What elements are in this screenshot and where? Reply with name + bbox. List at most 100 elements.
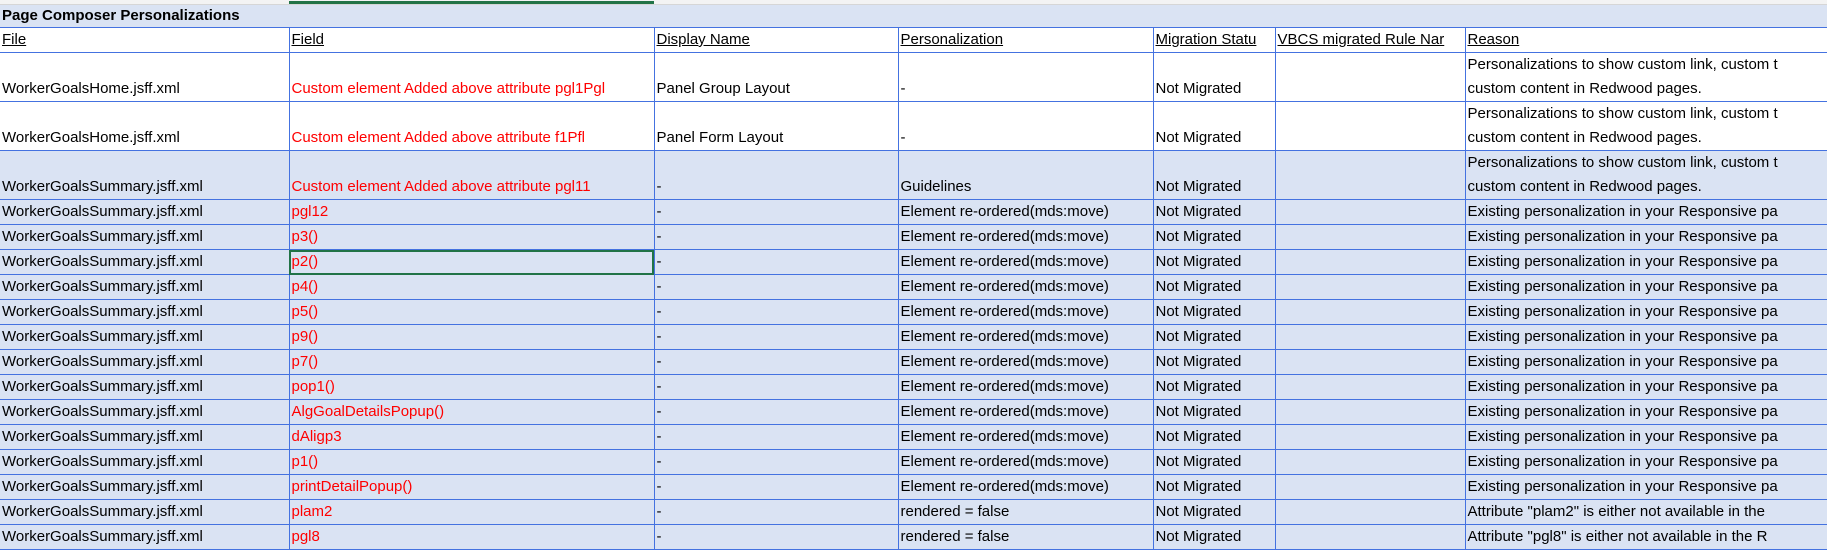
cell-display-name[interactable]: - — [653, 324, 899, 350]
cell-display-name[interactable]: - — [653, 374, 899, 400]
cell-reason[interactable]: Personalizations to show custom link, cu… — [1464, 150, 1827, 200]
cell-vbcs-rule-name[interactable] — [1274, 374, 1466, 400]
cell-personalization[interactable]: Element re-ordered(mds:move) — [897, 399, 1154, 425]
header-reason[interactable]: Reason — [1464, 27, 1827, 53]
cell-display-name[interactable]: - — [653, 224, 899, 250]
cell-migration-status[interactable]: Not Migrated — [1152, 374, 1276, 400]
cell-file[interactable]: WorkerGoalsHome.jsff.xml — [0, 101, 290, 151]
cell-display-name[interactable]: Panel Group Layout — [653, 52, 899, 102]
cell-personalization[interactable]: Element re-ordered(mds:move) — [897, 299, 1154, 325]
cell-reason[interactable]: Existing personalization in your Respons… — [1464, 324, 1827, 350]
cell-reason[interactable]: Existing personalization in your Respons… — [1464, 349, 1827, 375]
cell-personalization[interactable]: Guidelines — [897, 150, 1154, 200]
header-migration-status[interactable]: Migration Statu — [1152, 27, 1276, 53]
cell-personalization[interactable]: rendered = false — [897, 499, 1154, 525]
cell-field[interactable]: p1() — [288, 449, 655, 475]
cell-display-name[interactable]: Panel Form Layout — [653, 101, 899, 151]
cell-field[interactable]: Custom element Added above attribute pgl… — [288, 52, 655, 102]
cell-migration-status[interactable]: Not Migrated — [1152, 524, 1276, 550]
cell-personalization[interactable]: Element re-ordered(mds:move) — [897, 199, 1154, 225]
cell-migration-status[interactable]: Not Migrated — [1152, 224, 1276, 250]
cell-reason[interactable]: Existing personalization in your Respons… — [1464, 399, 1827, 425]
cell-field[interactable]: p4() — [288, 274, 655, 300]
cell-vbcs-rule-name[interactable] — [1274, 299, 1466, 325]
cell-migration-status[interactable]: Not Migrated — [1152, 474, 1276, 500]
cell-field[interactable]: plam2 — [288, 499, 655, 525]
sheet-title[interactable]: Page Composer Personalizations — [0, 5, 1827, 27]
cell-personalization[interactable]: Element re-ordered(mds:move) — [897, 274, 1154, 300]
cell-field[interactable]: printDetailPopup() — [288, 474, 655, 500]
cell-vbcs-rule-name[interactable] — [1274, 449, 1466, 475]
cell-file[interactable]: WorkerGoalsSummary.jsff.xml — [0, 499, 290, 525]
cell-migration-status[interactable]: Not Migrated — [1152, 199, 1276, 225]
cell-file[interactable]: WorkerGoalsSummary.jsff.xml — [0, 150, 290, 200]
cell-migration-status[interactable]: Not Migrated — [1152, 349, 1276, 375]
cell-field[interactable]: p7() — [288, 349, 655, 375]
cell-reason[interactable]: Personalizations to show custom link, cu… — [1464, 101, 1827, 151]
cell-display-name[interactable]: - — [653, 349, 899, 375]
cell-file[interactable]: WorkerGoalsSummary.jsff.xml — [0, 349, 290, 375]
cell-migration-status[interactable]: Not Migrated — [1152, 101, 1276, 151]
cell-file[interactable]: WorkerGoalsHome.jsff.xml — [0, 52, 290, 102]
cell-file[interactable]: WorkerGoalsSummary.jsff.xml — [0, 274, 290, 300]
cell-field[interactable]: pgl8 — [288, 524, 655, 550]
cell-display-name[interactable]: - — [653, 299, 899, 325]
cell-personalization[interactable]: Element re-ordered(mds:move) — [897, 249, 1154, 275]
cell-file[interactable]: WorkerGoalsSummary.jsff.xml — [0, 399, 290, 425]
cell-vbcs-rule-name[interactable] — [1274, 101, 1466, 151]
header-field[interactable]: Field — [288, 27, 655, 53]
cell-file[interactable]: WorkerGoalsSummary.jsff.xml — [0, 249, 290, 275]
cell-field[interactable]: Custom element Added above attribute pgl… — [288, 150, 655, 200]
cell-migration-status[interactable]: Not Migrated — [1152, 499, 1276, 525]
cell-field[interactable]: dAligp3 — [288, 424, 655, 450]
cell-reason[interactable]: Attribute "pgl8" is either not available… — [1464, 524, 1827, 550]
cell-vbcs-rule-name[interactable] — [1274, 424, 1466, 450]
cell-file[interactable]: WorkerGoalsSummary.jsff.xml — [0, 449, 290, 475]
cell-reason[interactable]: Existing personalization in your Respons… — [1464, 274, 1827, 300]
cell-vbcs-rule-name[interactable] — [1274, 499, 1466, 525]
cell-personalization[interactable]: rendered = false — [897, 524, 1154, 550]
cell-display-name[interactable]: - — [653, 274, 899, 300]
cell-reason[interactable]: Existing personalization in your Respons… — [1464, 449, 1827, 475]
cell-reason[interactable]: Existing personalization in your Respons… — [1464, 424, 1827, 450]
cell-reason[interactable]: Existing personalization in your Respons… — [1464, 199, 1827, 225]
cell-file[interactable]: WorkerGoalsSummary.jsff.xml — [0, 424, 290, 450]
cell-vbcs-rule-name[interactable] — [1274, 324, 1466, 350]
cell-reason[interactable]: Existing personalization in your Respons… — [1464, 474, 1827, 500]
cell-migration-status[interactable]: Not Migrated — [1152, 299, 1276, 325]
cell-field[interactable]: p9() — [288, 324, 655, 350]
cell-migration-status[interactable]: Not Migrated — [1152, 449, 1276, 475]
cell-display-name[interactable]: - — [653, 199, 899, 225]
cell-migration-status[interactable]: Not Migrated — [1152, 274, 1276, 300]
cell-field[interactable]: p2() — [288, 249, 655, 275]
header-display-name[interactable]: Display Name — [653, 27, 899, 53]
cell-migration-status[interactable]: Not Migrated — [1152, 249, 1276, 275]
cell-display-name[interactable]: - — [653, 399, 899, 425]
cell-display-name[interactable]: - — [653, 150, 899, 200]
cell-vbcs-rule-name[interactable] — [1274, 274, 1466, 300]
cell-file[interactable]: WorkerGoalsSummary.jsff.xml — [0, 224, 290, 250]
cell-reason[interactable]: Personalizations to show custom link, cu… — [1464, 52, 1827, 102]
cell-file[interactable]: WorkerGoalsSummary.jsff.xml — [0, 524, 290, 550]
header-vbcs-rule-name[interactable]: VBCS migrated Rule Nar — [1274, 27, 1466, 53]
cell-display-name[interactable]: - — [653, 424, 899, 450]
cell-file[interactable]: WorkerGoalsSummary.jsff.xml — [0, 474, 290, 500]
cell-personalization[interactable]: Element re-ordered(mds:move) — [897, 424, 1154, 450]
cell-vbcs-rule-name[interactable] — [1274, 199, 1466, 225]
cell-reason[interactable]: Existing personalization in your Respons… — [1464, 374, 1827, 400]
cell-field[interactable]: p3() — [288, 224, 655, 250]
cell-personalization[interactable]: Element re-ordered(mds:move) — [897, 324, 1154, 350]
cell-display-name[interactable]: - — [653, 449, 899, 475]
cell-migration-status[interactable]: Not Migrated — [1152, 399, 1276, 425]
cell-file[interactable]: WorkerGoalsSummary.jsff.xml — [0, 199, 290, 225]
cell-display-name[interactable]: - — [653, 499, 899, 525]
cell-reason[interactable]: Existing personalization in your Respons… — [1464, 224, 1827, 250]
cell-vbcs-rule-name[interactable] — [1274, 52, 1466, 102]
cell-vbcs-rule-name[interactable] — [1274, 349, 1466, 375]
cell-display-name[interactable]: - — [653, 249, 899, 275]
cell-vbcs-rule-name[interactable] — [1274, 224, 1466, 250]
cell-personalization[interactable]: Element re-ordered(mds:move) — [897, 224, 1154, 250]
cell-display-name[interactable]: - — [653, 524, 899, 550]
cell-personalization[interactable]: - — [897, 52, 1154, 102]
header-file[interactable]: File — [0, 27, 290, 53]
